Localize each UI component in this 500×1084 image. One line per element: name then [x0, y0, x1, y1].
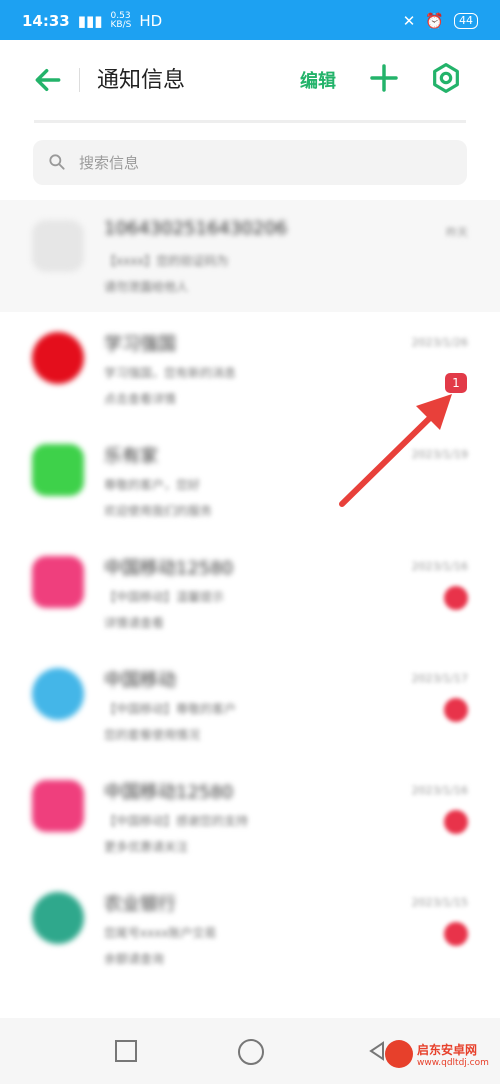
message-preview: 请勿泄露给他人: [104, 280, 189, 294]
sender-name: 农业银行: [104, 894, 176, 915]
home-button[interactable]: [238, 1039, 264, 1065]
annotation-arrow-icon: [339, 394, 452, 507]
avatar: [32, 892, 84, 944]
avatar: [32, 556, 84, 608]
add-icon[interactable]: [368, 62, 400, 94]
message-preview: 【中国移动】温馨提示: [104, 590, 225, 604]
search-placeholder: 搜索信息: [79, 154, 140, 172]
watermark-text: 启东安卓网: [417, 1042, 478, 1057]
message-row[interactable]: 中国移动12580 2023/1/16 【中国移动】感谢您的支持 更多优惠请关注: [0, 760, 500, 872]
search-icon: [49, 154, 65, 170]
app-header: 通知信息 编辑: [0, 40, 500, 120]
watermark: 启东安卓网 www.qdltdj.com: [385, 1040, 489, 1068]
back-arrow-icon[interactable]: [32, 64, 64, 96]
unread-dot: [444, 922, 468, 946]
sender-name: 中国移动12580: [104, 782, 234, 803]
message-preview: 您的套餐使用情况: [104, 728, 201, 742]
message-date: 2023/1/16: [411, 560, 468, 573]
unread-dot: [444, 810, 468, 834]
message-preview: 【xxxx】您的验证码为: [104, 254, 229, 268]
watermark-url: www.qdltdj.com: [417, 1057, 489, 1068]
avatar: [32, 444, 84, 496]
message-preview: 尊敬的客户，您好: [104, 478, 201, 492]
message-preview: 欢迎使用我们的服务: [104, 504, 213, 518]
signal-icon: ▮▮▮: [77, 12, 103, 30]
sender-name: 中国移动: [104, 670, 176, 691]
avatar: [32, 332, 84, 384]
message-date: 昨天: [446, 226, 468, 239]
header-divider: [79, 68, 80, 92]
header-separator: [34, 120, 466, 123]
status-bar: 14:33 ▮▮▮ 0.53 KB/S HD ✕ ⏰ 44: [0, 0, 500, 40]
search-input[interactable]: 搜索信息: [33, 140, 467, 185]
unread-dot: [444, 698, 468, 722]
battery-indicator: 44: [454, 13, 478, 29]
unread-dot: [444, 586, 468, 610]
network-speed-unit: KB/S: [110, 20, 132, 30]
watermark-logo-icon: [385, 1040, 413, 1068]
edit-button[interactable]: 编辑: [300, 67, 336, 93]
message-row[interactable]: 中国移动12580 2023/1/16 【中国移动】温馨提示 详情请查看: [0, 536, 500, 648]
status-time: 14:33: [22, 12, 70, 30]
sender-name: 1064302516430206: [104, 218, 288, 239]
message-date: 2023/1/17: [411, 672, 468, 685]
message-preview: 详情请查看: [104, 616, 165, 630]
message-preview: 学习强国，您有新的消息: [104, 366, 237, 380]
avatar: [32, 668, 84, 720]
sender-name: 学习强国: [104, 334, 176, 355]
hd-indicator: HD: [139, 12, 163, 30]
sender-name: 乐有家: [104, 446, 158, 467]
message-row[interactable]: 1064302516430206 昨天 【xxxx】您的验证码为 请勿泄露给他人: [0, 200, 500, 312]
message-preview: 余额请查询: [104, 952, 165, 966]
avatar: [32, 780, 84, 832]
message-row[interactable]: 中国移动 2023/1/17 【中国移动】尊敬的客户 您的套餐使用情况: [0, 648, 500, 760]
message-row[interactable]: 农业银行 2023/1/15 您尾号xxxx账户交易 余额请查询: [0, 872, 500, 984]
message-date: 2023/1/15: [411, 896, 468, 909]
message-date: 2023/1/16: [411, 784, 468, 797]
message-list: 1064302516430206 昨天 【xxxx】您的验证码为 请勿泄露给他人…: [0, 200, 500, 984]
settings-icon[interactable]: [430, 62, 462, 94]
alarm-icon: ⏰: [425, 12, 444, 30]
network-speed: 0.53 KB/S: [111, 12, 132, 30]
message-preview: 您尾号xxxx账户交易: [104, 926, 217, 940]
vibrate-icon: ✕: [402, 12, 416, 30]
avatar: [32, 220, 84, 272]
message-preview: 更多优惠请关注: [104, 840, 189, 854]
recent-apps-button[interactable]: [115, 1040, 137, 1062]
sender-name: 中国移动12580: [104, 558, 234, 579]
message-preview: 点击查看详情: [104, 392, 177, 406]
message-date: 2023/1/26: [411, 336, 468, 349]
message-preview: 【中国移动】尊敬的客户: [104, 702, 237, 716]
message-preview: 【中国移动】感谢您的支持: [104, 814, 249, 828]
page-title: 通知信息: [97, 68, 186, 93]
